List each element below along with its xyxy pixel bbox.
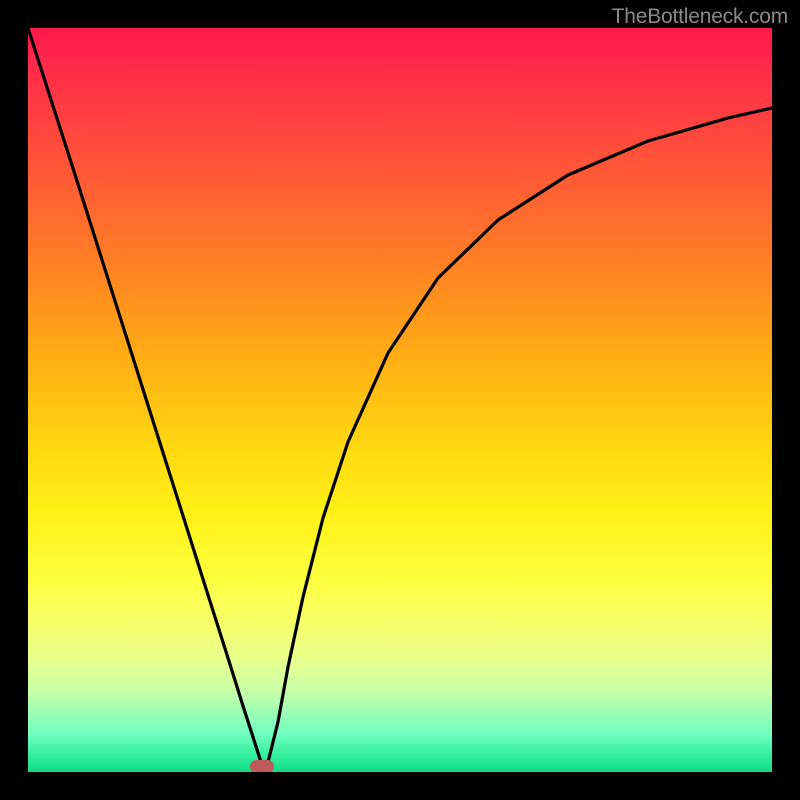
chart-frame: TheBottleneck.com (0, 0, 800, 800)
optimal-marker (250, 760, 274, 773)
bottleneck-curve (28, 28, 772, 772)
watermark-text: TheBottleneck.com (612, 5, 788, 29)
plot-area (28, 28, 772, 772)
